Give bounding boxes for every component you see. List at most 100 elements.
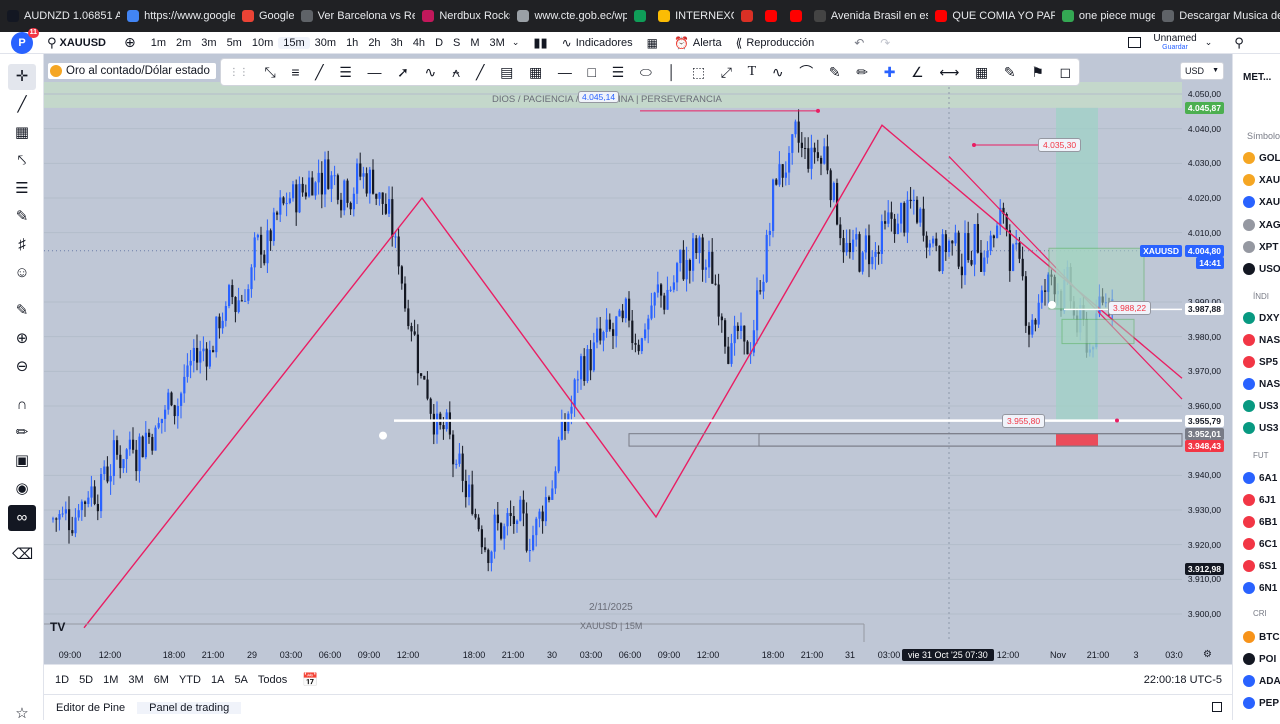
bookmark-item[interactable] bbox=[758, 10, 782, 22]
alert-button[interactable]: Alerta bbox=[693, 37, 722, 49]
banner-price[interactable]: 4.045,14 bbox=[578, 91, 620, 103]
bookmark-item[interactable]: Descargar Musica de... bbox=[1155, 10, 1280, 22]
watchlist-item[interactable]: 6S1 bbox=[1243, 557, 1277, 575]
bookmark-item[interactable]: QUE COMIA YO PAR... bbox=[928, 10, 1055, 22]
magnet-icon[interactable]: ∩ bbox=[12, 395, 32, 415]
watchlist-item[interactable]: 6J1 bbox=[1243, 491, 1276, 509]
trend-line-icon[interactable]: ╱ bbox=[315, 64, 323, 81]
link-icon[interactable]: ∞ bbox=[12, 508, 32, 528]
date-range-icon[interactable]: ⟷ bbox=[939, 64, 959, 81]
ellipse-icon[interactable]: ⬭ bbox=[640, 64, 652, 81]
watchlist-title[interactable]: MET... bbox=[1243, 72, 1271, 83]
watchlist-item[interactable]: XPT bbox=[1243, 238, 1278, 256]
watchlist-item[interactable]: XAU bbox=[1243, 193, 1280, 211]
watchlist-item[interactable]: SP5 bbox=[1243, 353, 1278, 371]
templates-icon[interactable]: ▦ bbox=[647, 36, 658, 50]
price-annotation[interactable]: 3.988,22 bbox=[1108, 301, 1152, 316]
bookmark-item[interactable] bbox=[734, 10, 758, 22]
timeframe-1h[interactable]: 1h bbox=[341, 37, 363, 49]
comment-icon[interactable]: ◻ bbox=[1060, 64, 1072, 81]
trash-icon[interactable]: ⌫ bbox=[12, 545, 33, 565]
bookmark-item[interactable]: Avenida Brasil en es... bbox=[807, 10, 928, 22]
horizontal-lines-icon[interactable]: ☰ bbox=[339, 64, 352, 81]
lock-icon[interactable]: ▣ bbox=[12, 451, 32, 471]
timeframe-3h[interactable]: 3h bbox=[386, 37, 408, 49]
info-line-icon[interactable]: ╱ bbox=[476, 64, 484, 81]
watchlist-item[interactable]: 6B1 bbox=[1243, 513, 1277, 531]
watchlist-item[interactable]: XAG bbox=[1243, 216, 1280, 234]
search-symbol-icon[interactable]: ⚲ bbox=[1234, 35, 1244, 51]
price-annotation[interactable]: 4.035,30 bbox=[1038, 137, 1082, 152]
measure-icon[interactable]: ✎ bbox=[1004, 64, 1016, 81]
fib-channel-icon[interactable]: ▤ bbox=[500, 64, 513, 81]
user-avatar[interactable]: P 11 bbox=[11, 27, 39, 54]
drag-handle-icon[interactable]: ⋮⋮ bbox=[229, 67, 249, 78]
zoom-out-icon[interactable]: ⊖ bbox=[12, 357, 32, 377]
bookmark-item[interactable]: Nerdbux Rocks! bbox=[415, 10, 510, 22]
table-icon[interactable]: ▦ bbox=[975, 64, 988, 81]
elliott-wave-icon[interactable]: ∿ bbox=[425, 64, 437, 81]
timeframe-15m[interactable]: 15m bbox=[278, 36, 310, 49]
chart-type-icon[interactable]: ▮▮ bbox=[533, 35, 547, 51]
horizontal-ray-icon[interactable]: — bbox=[367, 64, 381, 80]
line-icon[interactable]: ― bbox=[558, 64, 572, 80]
bookmark-item[interactable]: AUDNZD 1.06851 A... bbox=[0, 10, 120, 22]
watchlist-item[interactable]: 6C1 bbox=[1243, 535, 1277, 553]
zigzag-line[interactable] bbox=[83, 124, 1183, 629]
price-annotation[interactable]: 3.955,80 bbox=[1002, 413, 1046, 428]
watchlist-item[interactable]: 6A1 bbox=[1243, 469, 1277, 487]
highlighter-icon[interactable]: ✏ bbox=[856, 64, 868, 81]
pattern-xabcd-icon[interactable]: ⤡ bbox=[264, 64, 275, 81]
cross-line-icon[interactable]: ✚ bbox=[884, 64, 896, 81]
footer-tab[interactable]: Panel de trading bbox=[137, 701, 242, 714]
drag-anchor[interactable] bbox=[1048, 300, 1056, 309]
rectangle-icon[interactable]: □ bbox=[588, 64, 596, 80]
eye-icon[interactable]: ◉ bbox=[12, 479, 32, 499]
footer-tab[interactable]: Editor de Pine bbox=[44, 702, 137, 714]
emoji-tool-icon[interactable]: ☺ bbox=[12, 263, 32, 283]
draw-mode-icon[interactable]: ✏ bbox=[12, 423, 32, 443]
zoom-in-icon[interactable]: ⊕ bbox=[12, 329, 32, 349]
watchlist-item[interactable]: XAU bbox=[1243, 171, 1280, 189]
search-icon[interactable]: ⚲ bbox=[47, 35, 57, 51]
fib-retracement-icon[interactable]: ☰ bbox=[612, 64, 625, 81]
bookmark-item[interactable] bbox=[783, 10, 807, 22]
pattern-tool-icon[interactable]: ⤣ bbox=[12, 151, 32, 171]
bookmark-item[interactable]: www.cte.gob.ec/wp... bbox=[510, 10, 627, 22]
timeframe-S[interactable]: S bbox=[448, 37, 465, 49]
bookmark-item[interactable]: Google bbox=[235, 10, 294, 22]
range-1A[interactable]: 1A bbox=[206, 674, 229, 686]
bookmark-item[interactable]: one piece mugen bbox=[1055, 10, 1155, 22]
demand-zone[interactable] bbox=[628, 433, 1183, 447]
range-5A[interactable]: 5A bbox=[229, 674, 252, 686]
entry-box[interactable] bbox=[1048, 247, 1145, 310]
add-symbol-icon[interactable]: ⊕ bbox=[124, 34, 136, 51]
forecast-tool-icon[interactable]: ☰ bbox=[12, 179, 32, 199]
replay-button[interactable]: Reproducción bbox=[746, 37, 814, 49]
text-icon[interactable]: T bbox=[748, 64, 757, 80]
axis-settings-icon[interactable]: ⚙ bbox=[1203, 649, 1212, 660]
range-3M[interactable]: 3M bbox=[123, 674, 148, 686]
undo-icon[interactable]: ↶ bbox=[854, 36, 864, 50]
range-5D[interactable]: 5D bbox=[74, 674, 98, 686]
watchlist-item[interactable]: US3 bbox=[1243, 419, 1278, 437]
ray-icon[interactable]: ➚ bbox=[397, 64, 409, 81]
range-1M[interactable]: 1M bbox=[98, 674, 123, 686]
watchlist-item[interactable]: DXY bbox=[1243, 309, 1280, 327]
position-loss-zone[interactable] bbox=[1056, 433, 1098, 447]
arc-icon[interactable]: ⌒ bbox=[799, 62, 813, 82]
watchlist-item[interactable]: BTC bbox=[1243, 628, 1280, 646]
grid-icon[interactable]: ▦ bbox=[529, 64, 542, 81]
currency-select[interactable]: USD ▼ bbox=[1180, 62, 1224, 80]
watchlist-item[interactable]: US3 bbox=[1243, 397, 1278, 415]
angle-icon[interactable]: ∠ bbox=[911, 64, 924, 81]
crosshair-tool-icon[interactable]: ✛ bbox=[12, 67, 32, 87]
timeframe-4h[interactable]: 4h bbox=[408, 37, 430, 49]
watchlist-item[interactable]: ADA bbox=[1243, 672, 1280, 690]
range-YTD[interactable]: YTD bbox=[174, 674, 206, 686]
timeframe-10m[interactable]: 10m bbox=[247, 37, 278, 49]
clock[interactable]: 22:00:18 UTC-5 bbox=[1144, 674, 1222, 686]
range-Todos[interactable]: Todos bbox=[253, 674, 292, 686]
timeframe-1m[interactable]: 1m bbox=[146, 37, 171, 49]
timeframe-2m[interactable]: 2m bbox=[171, 37, 196, 49]
